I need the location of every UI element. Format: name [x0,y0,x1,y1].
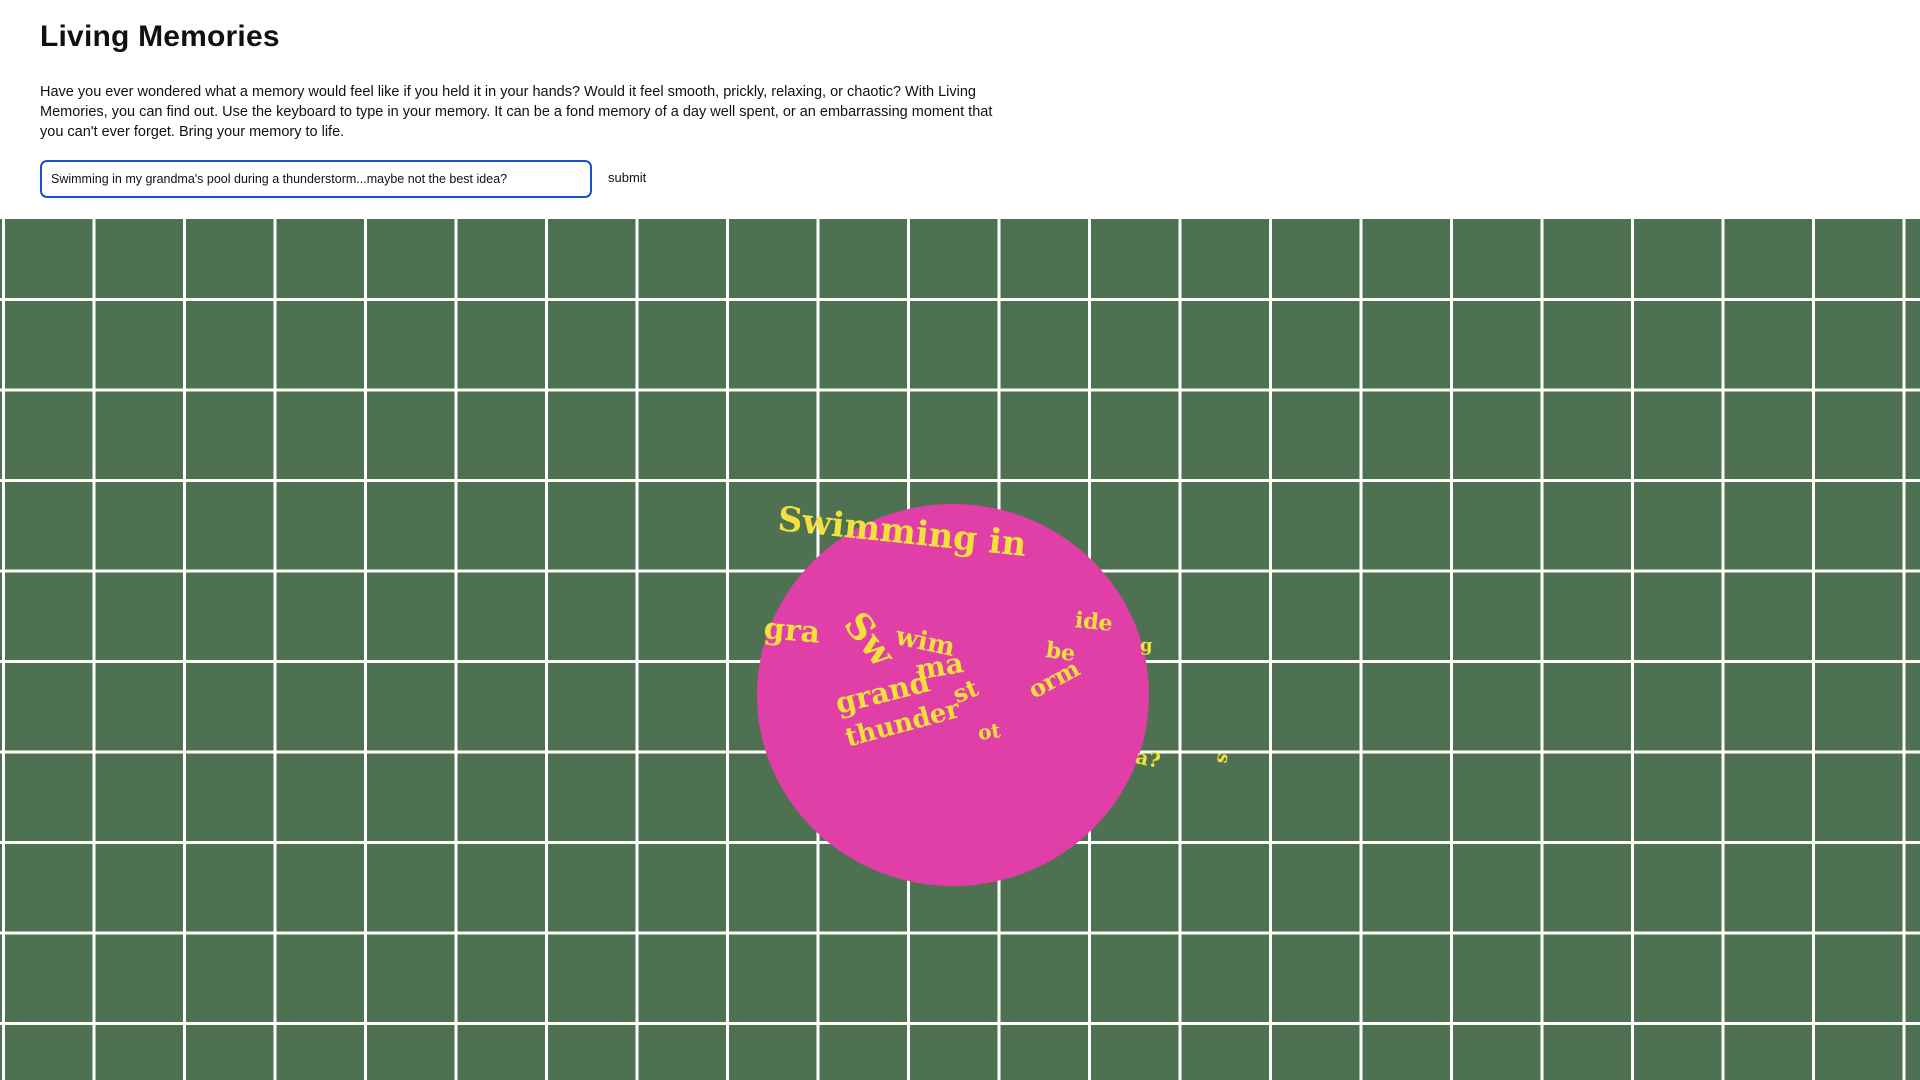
memory-input[interactable] [40,160,592,198]
submit-button[interactable]: submit [602,168,652,187]
floating-word: g [1140,635,1153,656]
floating-word: gra [762,611,822,651]
floating-word: s [1211,751,1235,766]
floating-word: a? [1133,744,1163,773]
intro-description: Have you ever wondered what a memory wou… [40,84,993,140]
floating-word: ot [976,717,1003,745]
floating-word: be [1044,637,1077,667]
memory-canvas[interactable]: Swimming in gra Sw wim ma grand thunder … [0,219,1920,1080]
page-title: Living Memories [40,20,280,53]
floating-word: ide [1073,607,1114,637]
